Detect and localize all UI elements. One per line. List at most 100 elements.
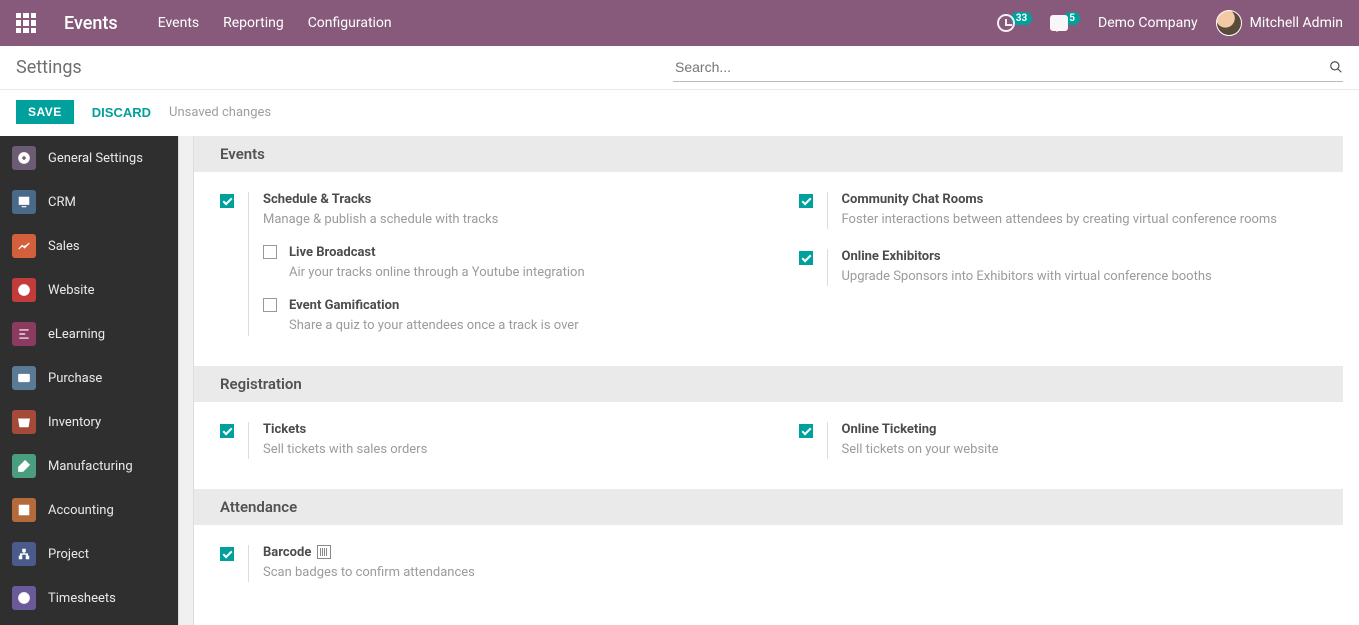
divider [827,422,828,459]
checkbox-schedule-tracks[interactable] [220,194,234,208]
checkbox-community-chat[interactable] [799,194,813,208]
app-icon [12,410,36,434]
sidebar-item-label: Timesheets [48,591,116,606]
checkbox-online-ticketing[interactable] [799,424,813,438]
setting-title: Community Chat Rooms [842,192,1318,207]
top-nav: Events Events Reporting Configuration 33… [0,0,1359,46]
setting-online-ticketing: Online Ticketing Sell tickets on your we… [799,422,1318,459]
checkbox-online-exhibitors[interactable] [799,251,813,265]
sidebar-item-purchase[interactable]: Purchase [0,356,178,400]
app-brand[interactable]: Events [64,13,118,34]
sidebar-item-manufacturing[interactable]: Manufacturing [0,444,178,488]
search-wrap [673,53,1343,82]
app-icon [12,586,36,610]
discard-button[interactable]: DISCARD [92,105,151,120]
user-menu[interactable]: Mitchell Admin [1216,10,1343,36]
setting-title: Online Exhibitors [842,249,1318,264]
section-body-attendance: Barcode Scan badges to confirm attendanc… [194,525,1343,612]
divider [248,192,249,336]
sidebar-item-timesheets[interactable]: Timesheets [0,576,178,620]
top-nav-right: 33 5 Demo Company Mitchell Admin [997,10,1343,36]
search-icon[interactable] [1329,60,1343,74]
events-col-left: Schedule & Tracks Manage & publish a sch… [220,192,739,336]
nav-links: Events Reporting Configuration [158,15,392,31]
sidebar-item-sales[interactable]: Sales [0,224,178,268]
setting-title: Barcode [263,545,739,560]
checkbox-barcode[interactable] [220,547,234,561]
setting-community-chat: Community Chat Rooms Foster interactions… [799,192,1318,229]
settings-content: Events Schedule & Tracks Manage & publis… [194,136,1359,625]
sidebar-item-inventory[interactable]: Inventory [0,400,178,444]
setting-desc: Share a quiz to your attendees once a tr… [289,317,739,335]
sidebar-item-label: Website [48,283,95,298]
setting-desc: Manage & publish a schedule with tracks [263,211,739,229]
sidebar-item-elearning[interactable]: eLearning [0,312,178,356]
setting-title-text: Barcode [263,545,311,560]
setting-desc: Scan badges to confirm attendances [263,564,739,582]
save-button[interactable]: SAVE [16,100,74,124]
setting-title: Schedule & Tracks [263,192,739,207]
app-icon [12,498,36,522]
app-icon [12,278,36,302]
sidebar-item-label: eLearning [48,327,105,342]
messages-indicator[interactable]: 5 [1050,15,1080,31]
action-bar: SAVE DISCARD Unsaved changes [0,90,1359,136]
setting-desc: Upgrade Sponsors into Exhibitors with vi… [842,268,1318,286]
unsaved-indicator: Unsaved changes [169,105,271,120]
sidebar-item-label: Inventory [48,415,101,430]
divider [827,249,828,286]
setting-title: Tickets [263,422,739,437]
setting-desc: Foster interactions between attendees by… [842,211,1318,229]
company-switcher[interactable]: Demo Company [1098,15,1198,31]
nav-link-reporting[interactable]: Reporting [223,15,284,31]
sidebar-item-accounting[interactable]: Accounting [0,488,178,532]
setting-event-gamification: Event Gamification Share a quiz to your … [263,298,739,335]
setting-title: Online Ticketing [842,422,1318,437]
sidebar-item-project[interactable]: Project [0,532,178,576]
checkbox-live-broadcast[interactable] [263,245,277,259]
checkbox-event-gamification[interactable] [263,298,277,312]
setting-title: Live Broadcast [289,245,739,260]
sidebar-item-email-marketing[interactable]: Email Marketing [0,620,178,625]
app-icon [12,322,36,346]
search-input[interactable] [673,53,1329,81]
section-header-events: Events [194,136,1343,172]
app-icon [12,146,36,170]
chat-icon [1050,15,1068,31]
setting-tickets: Tickets Sell tickets with sales orders [220,422,739,459]
sidebar-item-website[interactable]: Website [0,268,178,312]
checkbox-tickets[interactable] [220,424,234,438]
barcode-icon [317,545,331,559]
app-icon [12,366,36,390]
page-title: Settings [16,57,82,78]
sidebar-item-label: Accounting [48,503,114,518]
setting-desc: Sell tickets with sales orders [263,441,739,459]
sidebar-item-crm[interactable]: CRM [0,180,178,224]
app-icon [12,542,36,566]
app-icon [12,190,36,214]
user-name: Mitchell Admin [1250,15,1343,31]
sidebar-item-label: CRM [48,195,76,210]
events-col-right: Community Chat Rooms Foster interactions… [799,192,1318,336]
avatar-icon [1216,10,1242,36]
main: General Settings CRM Sales Website eLearning… [0,136,1359,625]
sidebar-item-label: General Settings [48,151,143,166]
setting-barcode: Barcode Scan badges to confirm attendanc… [220,545,739,582]
divider [248,545,249,582]
sidebar-item-general-settings[interactable]: General Settings [0,136,178,180]
section-header-attendance: Attendance [194,489,1343,525]
nav-link-events[interactable]: Events [158,15,199,31]
divider [248,422,249,459]
clock-icon [997,14,1015,32]
nav-link-configuration[interactable]: Configuration [308,15,392,31]
apps-icon[interactable] [16,13,36,33]
setting-desc: Air your tracks online through a Youtube… [289,264,739,282]
setting-desc: Sell tickets on your website [842,441,1318,459]
app-icon [12,454,36,478]
activity-indicator[interactable]: 33 [997,14,1032,32]
section-body-registration: Tickets Sell tickets with sales orders O… [194,402,1343,489]
setting-schedule-tracks: Schedule & Tracks Manage & publish a sch… [220,192,739,336]
scrollbar-gutter[interactable] [178,136,194,625]
section-body-events: Schedule & Tracks Manage & publish a sch… [194,172,1343,366]
setting-live-broadcast: Live Broadcast Air your tracks online th… [263,245,739,282]
